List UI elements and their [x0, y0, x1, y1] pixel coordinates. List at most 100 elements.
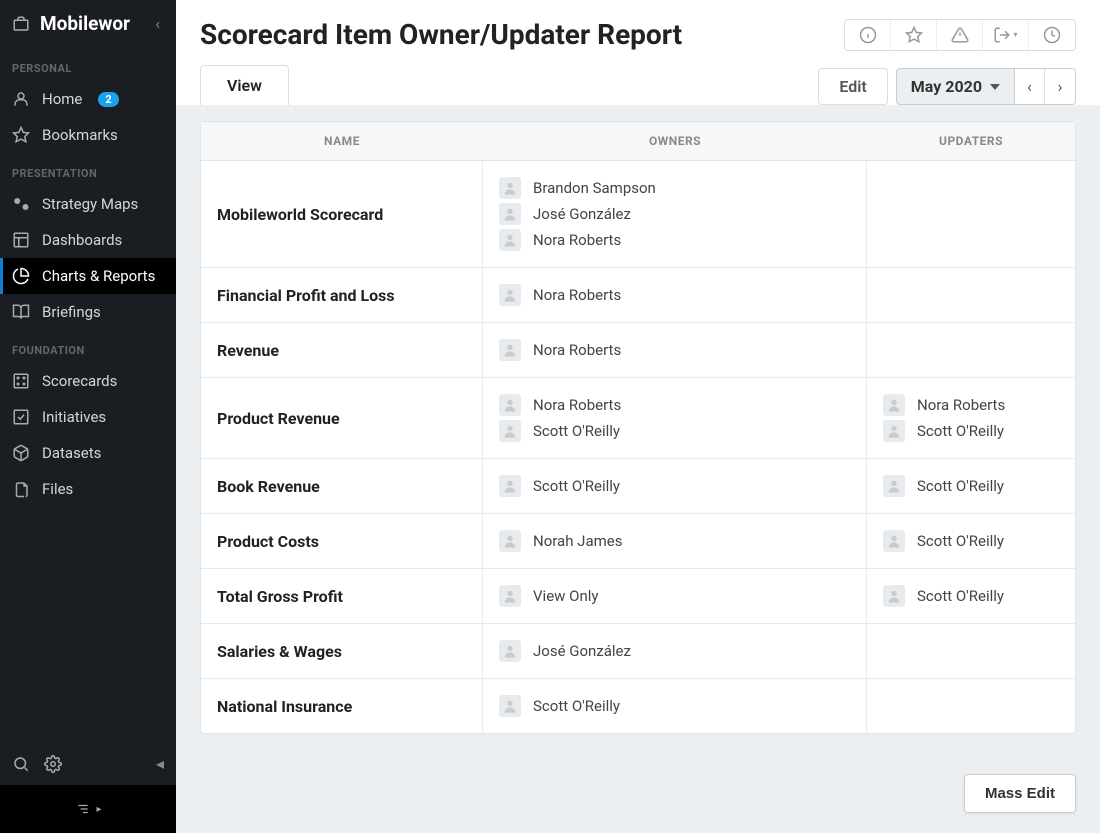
avatar-icon: [499, 177, 521, 199]
table-header: NAME OWNERS UPDATERS: [201, 122, 1075, 161]
column-name: NAME: [201, 122, 483, 160]
cell-updaters: Scott O'Reilly: [867, 514, 1075, 568]
star-icon[interactable]: [891, 20, 937, 50]
nav-label: Charts & Reports: [42, 267, 155, 285]
nav-label: Home: [42, 90, 82, 108]
sidebar-bottom-bar: ▸: [0, 785, 176, 833]
person: Norah James: [499, 528, 850, 554]
nav-item-initiatives[interactable]: Initiatives: [0, 399, 176, 435]
column-owners: OWNERS: [483, 122, 867, 160]
cell-owners: José González: [483, 624, 867, 678]
nav-item-bookmarks[interactable]: Bookmarks: [0, 117, 176, 153]
edit-button[interactable]: Edit: [818, 68, 887, 105]
briefcase-icon: [12, 15, 30, 33]
period-label: May 2020: [911, 77, 982, 96]
person-name: Scott O'Reilly: [917, 477, 1004, 495]
file-icon: [12, 480, 30, 498]
nav-item-scorecards[interactable]: Scorecards: [0, 363, 176, 399]
nav-item-charts-reports[interactable]: Charts & Reports: [0, 258, 176, 294]
alert-icon[interactable]: [937, 20, 983, 50]
main-panel: Scorecard Item Owner/Updater Report ▾ Vi…: [176, 0, 1100, 833]
collapse-sidebar-button[interactable]: ‹: [151, 10, 164, 37]
caret-left-icon[interactable]: ◂: [156, 754, 164, 773]
nav-item-files[interactable]: Files: [0, 471, 176, 507]
period-dropdown[interactable]: May 2020: [897, 69, 1015, 104]
book-icon: [12, 303, 30, 321]
table-row: RevenueNora Roberts: [201, 323, 1075, 378]
person-name: Scott O'Reilly: [917, 532, 1004, 550]
avatar-icon: [883, 420, 905, 442]
cell-updaters: [867, 161, 1075, 267]
period-next-button[interactable]: ›: [1045, 69, 1075, 104]
nav-item-home[interactable]: Home2: [0, 81, 176, 117]
sidebar-header: Mobilewor ‹: [0, 0, 176, 48]
person: Scott O'Reilly: [883, 473, 1059, 499]
app-logo[interactable]: Mobilewor: [12, 12, 151, 35]
nav-label: Files: [42, 480, 73, 498]
person-name: Scott O'Reilly: [917, 587, 1004, 605]
table-row: Product CostsNorah JamesScott O'Reilly: [201, 514, 1075, 569]
person-name: José González: [533, 642, 631, 660]
report-table: NAME OWNERS UPDATERS Mobileworld Scoreca…: [200, 121, 1076, 734]
person-name: Nora Roberts: [533, 396, 621, 414]
nav-item-datasets[interactable]: Datasets: [0, 435, 176, 471]
sidebar-footer: ◂: [0, 742, 176, 785]
person: Brandon Sampson: [499, 175, 850, 201]
person-name: Nora Roberts: [533, 286, 621, 304]
nav-item-briefings[interactable]: Briefings: [0, 294, 176, 330]
avatar-icon: [499, 203, 521, 225]
nav-item-dashboards[interactable]: Dashboards: [0, 222, 176, 258]
star-icon: [12, 126, 30, 144]
user-icon: [12, 90, 30, 108]
nav-label: Strategy Maps: [42, 195, 138, 213]
person: Scott O'Reilly: [499, 693, 850, 719]
person: Scott O'Reilly: [883, 528, 1059, 554]
clock-icon[interactable]: [1029, 20, 1075, 50]
cell-name: Product Revenue: [201, 378, 483, 458]
person: Scott O'Reilly: [499, 473, 850, 499]
pie-icon: [12, 267, 30, 285]
avatar-icon: [499, 640, 521, 662]
person: View Only: [499, 583, 850, 609]
cell-updaters: Scott O'Reilly: [867, 569, 1075, 623]
export-icon[interactable]: ▾: [983, 20, 1029, 50]
cell-name: Total Gross Profit: [201, 569, 483, 623]
cell-name: National Insurance: [201, 679, 483, 733]
gear-icon[interactable]: [44, 755, 62, 773]
content-area: NAME OWNERS UPDATERS Mobileworld Scoreca…: [176, 105, 1100, 833]
person-name: Scott O'Reilly: [533, 422, 620, 440]
menu-icon[interactable]: ▸: [74, 802, 101, 816]
person-name: Nora Roberts: [533, 231, 621, 249]
avatar-icon: [883, 475, 905, 497]
nav-item-strategy-maps[interactable]: Strategy Maps: [0, 186, 176, 222]
period-prev-button[interactable]: ‹: [1015, 69, 1045, 104]
column-updaters: UPDATERS: [867, 122, 1075, 160]
info-icon[interactable]: [845, 20, 891, 50]
tab-view[interactable]: View: [200, 65, 289, 105]
mass-edit-button[interactable]: Mass Edit: [964, 774, 1076, 813]
page-toolbar: ▾: [844, 19, 1076, 51]
cell-updaters: [867, 268, 1075, 322]
table-row: National Insurance Scott O'Reilly: [201, 679, 1075, 733]
cell-owners: Nora Roberts: [483, 323, 867, 377]
page-header: Scorecard Item Owner/Updater Report ▾: [176, 0, 1100, 51]
avatar-icon: [499, 394, 521, 416]
table-row: Book RevenueScott O'ReillyScott O'Reilly: [201, 459, 1075, 514]
person: Nora Roberts: [499, 282, 850, 308]
cell-name: Revenue: [201, 323, 483, 377]
cell-name: Financial Profit and Loss: [201, 268, 483, 322]
person: Scott O'Reilly: [883, 583, 1059, 609]
nav-label: Datasets: [42, 444, 101, 462]
sidebar-section-label: PERSONAL: [0, 48, 176, 81]
search-icon[interactable]: [12, 755, 30, 773]
avatar-icon: [499, 585, 521, 607]
cell-owners: Brandon SampsonJosé González Nora Roberts: [483, 161, 867, 267]
cell-name: Mobileworld Scorecard: [201, 161, 483, 267]
person-name: Scott O'Reilly: [533, 477, 620, 495]
person: Scott O'Reilly: [499, 418, 850, 444]
avatar-icon: [499, 420, 521, 442]
map-icon: [12, 195, 30, 213]
avatar-icon: [499, 339, 521, 361]
person: José González: [499, 201, 850, 227]
table-row: Salaries & WagesJosé González: [201, 624, 1075, 679]
